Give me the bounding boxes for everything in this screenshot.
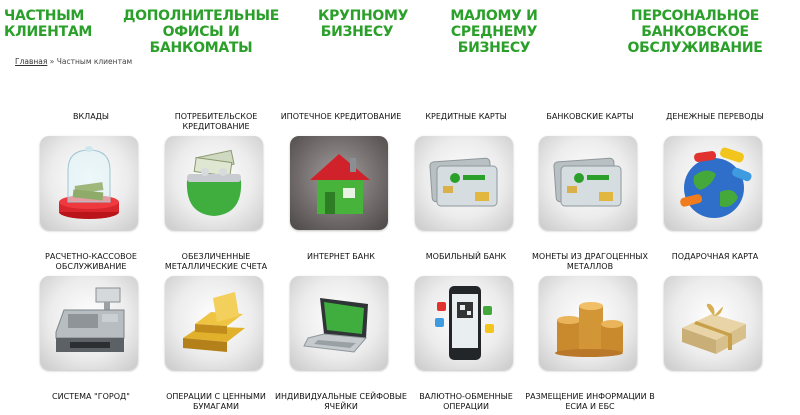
cash-register-icon[interactable] bbox=[40, 276, 138, 370]
service-label: МОБИЛЬНЫЙ БАНК bbox=[425, 252, 507, 261]
service-label: ОБЕЗЛИЧЕННЫЕ МЕТАЛЛИЧЕСКИЕ СЧЕТА bbox=[164, 252, 268, 271]
service-label: ДЕНЕЖНЫЕ ПЕРЕВОДЫ bbox=[666, 112, 764, 121]
wallet-money-icon[interactable] bbox=[165, 136, 263, 230]
service-label: ИПОТЕЧНОЕ КРЕДИТОВАНИЕ bbox=[280, 112, 402, 121]
laptop-icon[interactable] bbox=[290, 276, 388, 370]
services-grid: ВКЛАДЫ ПОТРЕБИТЕЛЬСКОЕ КРЕДИТОВАНИЕ ИПОТ… bbox=[0, 0, 800, 415]
service-label: ВКЛАДЫ bbox=[73, 112, 109, 121]
service-label: ПОТРЕБИТЕЛЬСКОЕ КРЕДИТОВАНИЕ bbox=[174, 112, 258, 131]
bank-card-icon[interactable] bbox=[539, 136, 637, 230]
service-label: ИНДИВИДУАЛЬНЫЕ СЕЙФОВЫЕ ЯЧЕЙКИ bbox=[275, 392, 407, 411]
service-label: БАНКОВСКИЕ КАРТЫ bbox=[546, 112, 634, 121]
service-label: СИСТЕМА "ГОРОД" bbox=[52, 392, 130, 401]
coins-stack-icon[interactable] bbox=[539, 276, 637, 370]
gold-bars-icon[interactable] bbox=[165, 276, 263, 370]
service-label: МОНЕТЫ ИЗ ДРАГОЦЕННЫХ МЕТАЛЛОВ bbox=[532, 252, 648, 271]
glass-jar-money-icon[interactable] bbox=[40, 136, 138, 230]
credit-card-icon[interactable] bbox=[415, 136, 513, 230]
service-label: ИНТЕРНЕТ БАНК bbox=[307, 252, 375, 261]
service-label: ПОДАРОЧНАЯ КАРТА bbox=[671, 252, 759, 261]
service-label: ВАЛЮТНО-ОБМЕННЫЕ ОПЕРАЦИИ bbox=[419, 392, 513, 411]
service-label: КРЕДИТНЫЕ КАРТЫ bbox=[425, 112, 507, 121]
service-label: ОПЕРАЦИИ С ЦЕННЫМИ БУМАГАМИ bbox=[166, 392, 266, 411]
gift-box-icon[interactable] bbox=[664, 276, 762, 370]
service-label: РАЗМЕЩЕНИЕ ИНФОРМАЦИИ В ЕСИА И ЕБС bbox=[525, 392, 655, 411]
smartphone-icon[interactable] bbox=[415, 276, 513, 370]
house-icon[interactable] bbox=[290, 136, 388, 230]
globe-transfer-icon[interactable] bbox=[664, 136, 762, 230]
service-label: РАСЧЕТНО-КАССОВОЕ ОБСЛУЖИВАНИЕ bbox=[45, 252, 137, 271]
